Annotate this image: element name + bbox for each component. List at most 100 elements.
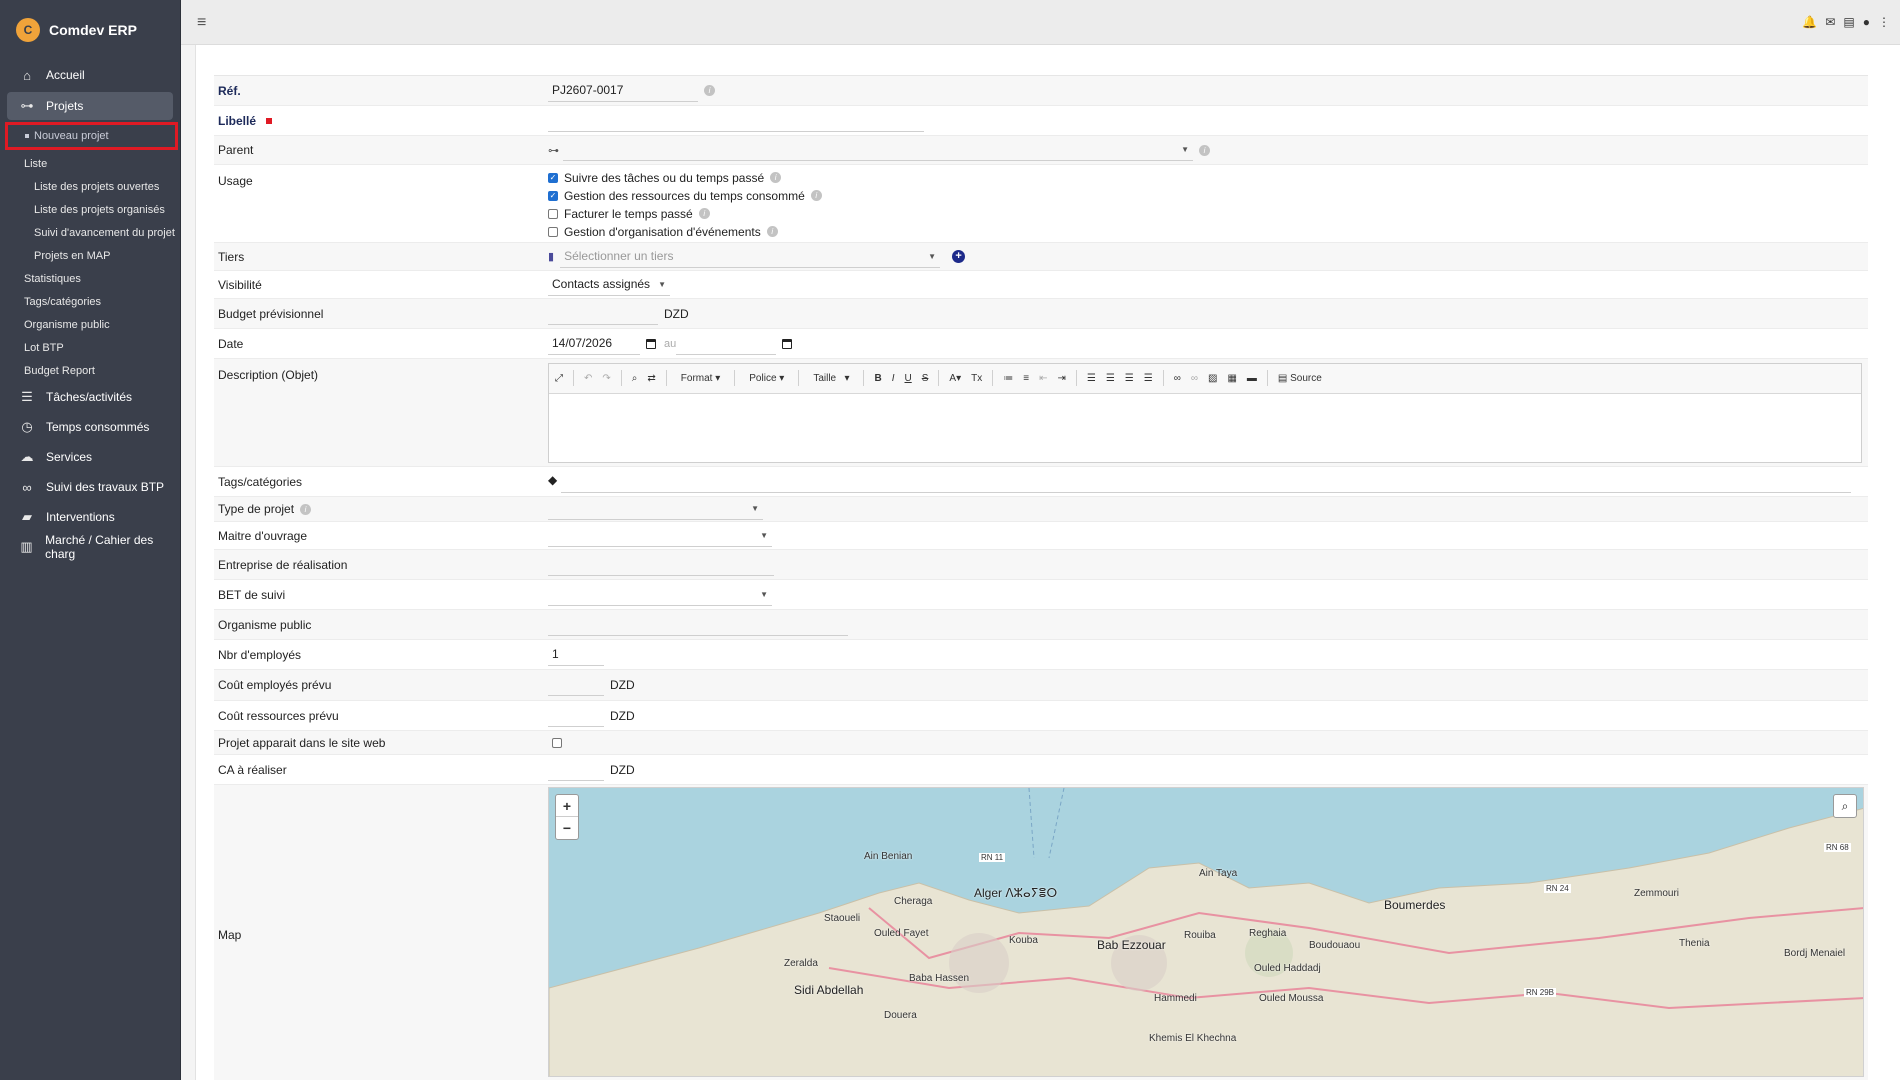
table-icon[interactable]: ▦	[1227, 373, 1236, 384]
align-right-icon[interactable]: ☰	[1125, 373, 1134, 384]
sidebar-subitem-tags[interactable]: Tags/catégories	[0, 290, 180, 313]
tiers-label: Tiers	[218, 249, 245, 264]
sidebar-subitem-nouveau-projet[interactable]: Nouveau projet	[5, 122, 178, 150]
align-center-icon[interactable]: ☰	[1106, 373, 1115, 384]
cout-res-input[interactable]	[548, 704, 604, 727]
usage-option[interactable]: ✓ Suivre des tâches ou du temps passé i	[548, 171, 822, 185]
bullet-list-icon[interactable]: ≡	[1023, 373, 1029, 384]
font-dropdown[interactable]: Police ▾	[745, 373, 788, 384]
cout-emp-input[interactable]	[548, 674, 604, 696]
cout-res-field: DZD	[548, 701, 1868, 730]
indent-icon[interactable]: ⇥	[1057, 373, 1065, 384]
more-icon[interactable]: ⋮	[1878, 15, 1890, 29]
organisme-input[interactable]	[548, 613, 848, 636]
checkbox-checked[interactable]: ✓	[548, 190, 558, 201]
sidebar-subitem-organisme[interactable]: Organisme public	[0, 313, 180, 336]
size-dropdown[interactable]: Taille ▾	[809, 373, 853, 384]
numbered-list-icon[interactable]: ≔	[1003, 373, 1013, 384]
budget-field: DZD	[548, 299, 1868, 328]
libelle-input[interactable]	[548, 109, 924, 132]
checkbox-unchecked[interactable]	[548, 226, 558, 237]
menu-toggle-icon[interactable]: ≡	[197, 14, 206, 32]
map-view[interactable]: Alger ⴷⵣⴰⵢⴻⵔ Bab Ezzouar Boumerdes Ain B…	[548, 787, 1864, 1077]
bold-icon[interactable]: B	[874, 373, 881, 384]
topbar: ≡ 🔔 ✉ ▤ ● ⋮	[181, 0, 1900, 45]
bet-select[interactable]: ▼	[548, 584, 772, 606]
type-select[interactable]: ▼	[548, 498, 763, 520]
sidebar-item-marche[interactable]: ▥ Marché / Cahier des charg	[0, 532, 180, 562]
sidebar-item-interventions[interactable]: ▰ Interventions	[0, 502, 180, 532]
sidebar-subitem-projets-ouvertes[interactable]: Liste des projets ouvertes	[0, 175, 180, 198]
maitre-select[interactable]: ▼	[548, 525, 772, 547]
sidebar-subitem-lot-btp[interactable]: Lot BTP	[0, 336, 180, 359]
organisme-field	[548, 610, 1868, 639]
sidebar-item-temps[interactable]: ◷ Temps consommés	[0, 412, 180, 442]
find-icon[interactable]: ⌕	[632, 373, 638, 384]
sidebar-item-suivi-btp[interactable]: ∞ Suivi des travaux BTP	[0, 472, 180, 502]
main-content: Réf. i Libellé Parent ⊶ ▼ i Usag	[195, 45, 1900, 1080]
map-search-icon[interactable]: ⌕	[1833, 794, 1857, 818]
tiers-select[interactable]: Sélectionner un tiers ▼	[560, 246, 941, 268]
brand[interactable]: C Comdev ERP	[0, 0, 180, 60]
checkbox-unchecked[interactable]	[552, 737, 562, 748]
sidebar-subitem-liste[interactable]: Liste	[0, 152, 180, 175]
text-color-icon[interactable]: A▾	[949, 373, 961, 384]
outdent-icon[interactable]: ⇤	[1039, 373, 1047, 384]
checkbox-checked[interactable]: ✓	[548, 172, 558, 183]
date-start-input[interactable]	[548, 332, 640, 355]
sidebar-item-projets[interactable]: ⊶ Projets	[7, 92, 173, 120]
nbr-input[interactable]	[548, 643, 604, 666]
maximize-icon[interactable]: ⤢	[555, 373, 563, 384]
calendar-icon[interactable]	[646, 338, 656, 349]
ca-input[interactable]	[548, 758, 604, 781]
checkbox-unchecked[interactable]	[548, 208, 558, 219]
entreprise-input[interactable]	[548, 553, 774, 576]
format-dropdown[interactable]: Format ▾	[677, 373, 724, 384]
bell-icon[interactable]: 🔔	[1802, 15, 1817, 29]
visibilite-value: Contacts assignés	[552, 277, 651, 291]
editor-content[interactable]	[549, 394, 1861, 462]
add-tiers-icon[interactable]: +	[952, 250, 966, 263]
date-end-input[interactable]	[676, 332, 777, 355]
remove-format-icon[interactable]: Tx	[971, 373, 982, 384]
italic-icon[interactable]: I	[892, 373, 895, 384]
zoom-out-button[interactable]: −	[556, 817, 578, 839]
align-justify-icon[interactable]: ☰	[1144, 373, 1153, 384]
image-icon[interactable]: ▨	[1208, 373, 1217, 384]
budget-input[interactable]	[548, 302, 658, 325]
calendar-icon[interactable]	[782, 338, 793, 349]
usage-option[interactable]: Facturer le temps passé i	[548, 207, 822, 221]
redo-icon[interactable]: ↷	[602, 373, 610, 384]
tags-field: ◆	[548, 467, 1868, 496]
underline-icon[interactable]: U	[905, 373, 912, 384]
sidebar-subitem-suivi-avancement[interactable]: Suivi d'avancement du projet	[0, 221, 180, 244]
sidebar-subitem-projets-map[interactable]: Projets en MAP	[0, 244, 180, 267]
undo-icon[interactable]: ↶	[584, 373, 592, 384]
replace-icon[interactable]: ⇄	[647, 373, 655, 384]
link-icon[interactable]: ∞	[1174, 373, 1181, 384]
sidebar-item-taches[interactable]: ☰ Tâches/activités	[0, 382, 180, 412]
source-button[interactable]: ▤ Source	[1278, 373, 1322, 384]
chat-icon[interactable]: ✉	[1825, 15, 1835, 29]
sidebar-item-accueil[interactable]: ⌂ Accueil	[0, 60, 180, 90]
sidebar-subitem-statistiques[interactable]: Statistiques	[0, 267, 180, 290]
align-left-icon[interactable]: ☰	[1087, 373, 1096, 384]
map-urban-area	[949, 933, 1009, 993]
sidebar-subitem-budget-report[interactable]: Budget Report	[0, 359, 180, 382]
unlink-icon[interactable]: ∞	[1191, 373, 1198, 384]
tags-input[interactable]	[561, 473, 1852, 493]
sidebar-item-services[interactable]: ☁ Services	[0, 442, 180, 472]
usage-option[interactable]: ✓ Gestion des ressources du temps consomm…	[548, 189, 822, 203]
map-place-label: Alger ⴷⵣⴰⵢⴻⵔ	[974, 886, 1058, 900]
user-icon[interactable]: ●	[1863, 15, 1870, 29]
ref-input[interactable]	[548, 79, 698, 102]
strikethrough-icon[interactable]: S	[922, 373, 929, 384]
parent-select[interactable]: ▼	[563, 139, 1193, 161]
zoom-in-button[interactable]: +	[556, 795, 578, 817]
visibilite-select[interactable]: Contacts assignés ▼	[548, 274, 670, 296]
usage-option[interactable]: Gestion d'organisation d'événements i	[548, 225, 822, 239]
horizontal-rule-icon[interactable]: ▬	[1247, 373, 1257, 384]
sidebar-subitem-projets-organises[interactable]: Liste des projets organisés	[0, 198, 180, 221]
clipboard-icon[interactable]: ▤	[1843, 15, 1854, 29]
map-zoom-control: + −	[555, 794, 579, 840]
